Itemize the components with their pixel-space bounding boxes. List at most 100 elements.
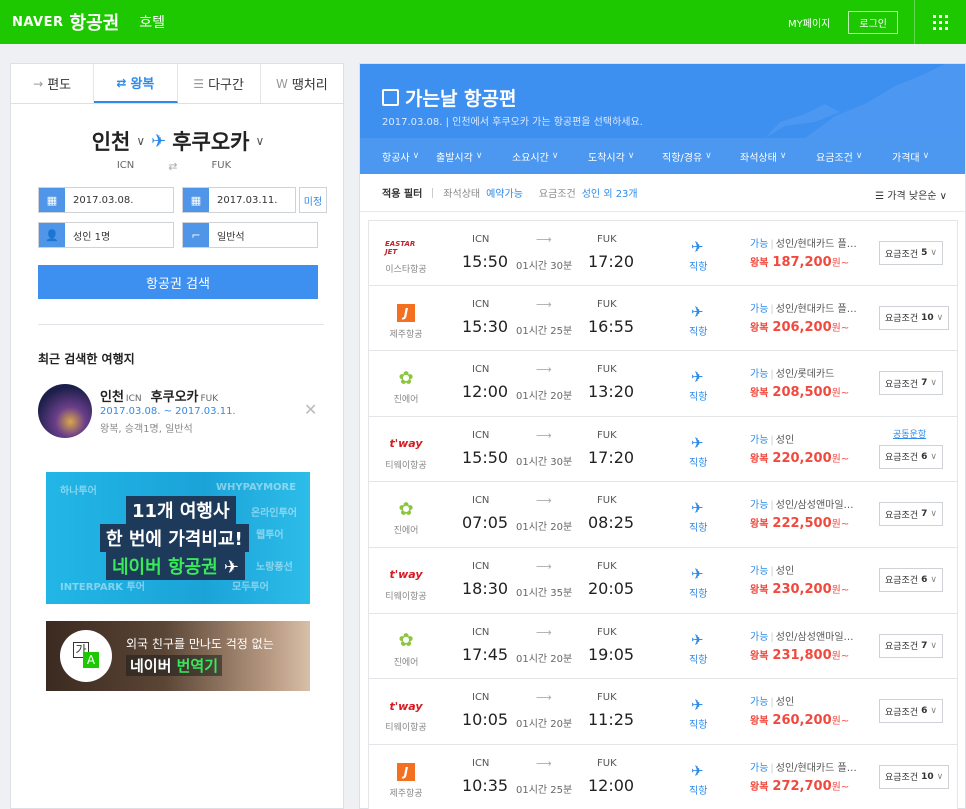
airplane-icon: ✈ [691, 368, 704, 387]
airline-name: 티웨이항공 [385, 460, 427, 471]
arrow-right-icon: ⟶ [536, 297, 552, 311]
sort-dropdown[interactable]: ☰ 가격 낮은순 ∨ [875, 187, 947, 202]
price[interactable]: 왕복 272,700원~ [750, 778, 849, 794]
destination-city[interactable]: 후쿠오카 [172, 126, 249, 156]
stop-type: 직항 [689, 588, 708, 600]
flight-row[interactable]: J 제주항공 ICN 10:35 ⟶ 01시간 25분 FUK 12:00 ✈ 직항 가능 | 성인/현… [368, 744, 958, 809]
recent-searches-title: 최근 검색한 여행지 [38, 352, 135, 366]
seat-icon: ⌐ [183, 223, 209, 247]
chevron-down-icon: ∨ [930, 378, 937, 389]
translate-icon: 가 A [60, 630, 112, 682]
origin-city[interactable]: 인천 [92, 126, 131, 156]
filter-fare-condition[interactable]: 요금조건 ∨ [816, 149, 892, 164]
tab-round-trip[interactable]: ⇄ 왕복 [94, 64, 178, 103]
flight-search-button[interactable]: 항공권 검색 [38, 265, 318, 299]
flight-row[interactable]: EASTAR JET 이스타항공 ICN 15:50 ⟶ 01시간 30분 FUK 17:20… [368, 220, 958, 286]
chevron-down-icon: ∨ [705, 151, 712, 161]
tab-multi-city[interactable]: ☰ 다구간 [178, 64, 261, 103]
stop-type: 직항 [689, 262, 708, 273]
fare-condition-button[interactable]: 요금조건 6 ∨ [879, 444, 943, 469]
depart-airport-code: ICN [472, 692, 490, 704]
price[interactable]: 왕복 222,500원~ [750, 515, 849, 531]
recent-search-item[interactable]: 인천 ICN 후쿠오카 FUK 2017.03.08. ~ 2017.03.11. … [38, 384, 324, 438]
arrive-airport-code: FUK [597, 429, 617, 441]
arrow-right-icon: ⟶ [536, 494, 552, 508]
filter-duration[interactable]: 소요시간 ∨ [512, 149, 588, 164]
origin-code: ICN [116, 160, 135, 171]
flight-row[interactable]: t'way 티웨이항공 ICN 15:50 ⟶ 01시간 30분 FUK 17:20 ✈ 직항 가능… [368, 416, 958, 483]
filter-price-range[interactable]: 가격대 ∨ [892, 149, 952, 164]
applied-filters: 적용 필터 좌석상태 예약가능 요금조건 성인 외 23개 ☰ 가격 낮은순 ∨ [360, 174, 965, 212]
fare-condition-button[interactable]: 요금조건 5 ∨ [879, 241, 943, 265]
price-compare-banner[interactable]: 하나투어 WHYPAYMORE 온라인투어 웹투어 노랑풍선 INTERPARK… [46, 472, 310, 604]
filter-seat-status[interactable]: 좌석상태 ∨ [740, 149, 816, 164]
fare-condition-button[interactable]: 요금조건 7 ∨ [879, 633, 943, 658]
filter-airline[interactable]: 항공사 ∨ [370, 149, 436, 164]
apps-grid-icon[interactable] [914, 0, 966, 44]
fare-condition-button[interactable]: 요금조건 6 ∨ [879, 699, 943, 724]
chevron-down-icon: ∨ [936, 771, 944, 782]
airline-logo: EASTAR JET [385, 240, 416, 256]
translator-banner[interactable]: 가 A 외국 친구를 만나도 걱정 없는 네이버 번역기 [46, 621, 310, 691]
fare-condition-button[interactable]: 요금조건 7 ∨ [879, 502, 943, 527]
price[interactable]: 왕복 260,200원~ [750, 712, 849, 728]
chevron-down-icon: ∨ [922, 151, 930, 161]
seat-availability: 가능 | 성인 [750, 434, 795, 446]
flight-row[interactable]: ✿ 진에어 ICN 12:00 ⟶ 01시간 20분 FUK 13:20 ✈ 직항 가능 | 성인/롯데… [368, 351, 958, 417]
fare-condition-button[interactable]: 요금조건 10 ∨ [879, 764, 950, 789]
flight-row[interactable]: t'way 티웨이항공 ICN 10:05 ⟶ 01시간 20분 FUK 11:25 ✈ 직항 가능… [368, 679, 958, 745]
flight-row[interactable]: t'way 티웨이항공 ICN 18:30 ⟶ 01시간 35분 FUK 20:05 ✈ 직항 가능… [368, 547, 958, 614]
service-title[interactable]: 항공권 [70, 9, 120, 35]
filter-bar: 항공사 ∨ 출발시각 ∨ 소요시간 ∨ 도착시각 ∨ 직항/경유 ∨ 좌석상태 ∨ 요금조건… [360, 138, 965, 174]
airline-name: 이스타항공 [385, 265, 427, 275]
price[interactable]: 왕복 231,800원~ [750, 647, 849, 663]
naver-logo[interactable]: NAVER [12, 15, 64, 30]
chevron-down-icon[interactable]: ∨ [136, 134, 145, 148]
nav-hotel-link[interactable]: 호텔 [139, 12, 165, 32]
return-date-field[interactable]: ▦ 2017.03.11. [182, 187, 296, 213]
chevron-down-icon: ∨ [930, 706, 937, 717]
flight-row[interactable]: ✿ 진에어 ICN 17:45 ⟶ 01시간 20분 FUK 19:05 ✈ 직항 가능 | 성인/삼성… [368, 613, 958, 680]
undecided-button[interactable]: 미정 [299, 187, 327, 213]
chevron-down-icon: ∨ [627, 151, 635, 161]
fare-condition-button[interactable]: 요금조건 10 ∨ [879, 305, 950, 330]
price[interactable]: 왕복 220,200원~ [750, 450, 849, 466]
stop-type: 직항 [689, 392, 708, 404]
codeshare-link[interactable]: 공동운항 [893, 427, 926, 440]
tab-last-minute[interactable]: W 땡처리 [261, 64, 343, 103]
login-button[interactable]: 로그인 [848, 10, 898, 34]
price[interactable]: 왕복 187,200원~ [750, 254, 849, 270]
airline-logo: t'way [389, 437, 423, 451]
depart-date-field[interactable]: ▦ 2017.03.08. [38, 187, 174, 213]
filter-direct[interactable]: 직항/경유 ∨ [662, 149, 740, 164]
flight-row[interactable]: ✿ 진에어 ICN 07:05 ⟶ 01시간 20분 FUK 08:25 ✈ 직항 가능 | 성인/삼성… [368, 482, 958, 548]
price[interactable]: 왕복 206,200원~ [750, 319, 849, 335]
airline-name: 제주항공 [389, 788, 423, 799]
depart-time: 18:30 [462, 578, 509, 598]
tab-one-way[interactable]: → 편도 [11, 64, 95, 103]
applied-filter-value[interactable]: 성인 외 23개 [582, 185, 638, 200]
chevron-down-icon[interactable]: ∨ [256, 134, 265, 148]
airplane-icon: ✈ [691, 433, 704, 452]
price[interactable]: 왕복 208,500원~ [750, 384, 849, 400]
seat-class-field[interactable]: ⌐ 일반석 [182, 222, 318, 248]
list-icon: ☰ [875, 191, 885, 202]
filter-depart-time[interactable]: 출발시각 ∨ [436, 149, 512, 164]
arrive-time: 19:05 [588, 644, 635, 664]
passenger-field[interactable]: 👤 성인 1명 [38, 222, 174, 248]
mypage-link[interactable]: MY페이지 [788, 15, 830, 30]
arrive-time: 17:20 [588, 252, 635, 271]
fare-condition-button[interactable]: 요금조건 6 ∨ [879, 567, 943, 592]
flight-duration: 01시간 20분 [516, 653, 573, 665]
depart-time: 15:30 [462, 316, 509, 336]
filter-arrive-time[interactable]: 도착시각 ∨ [588, 149, 662, 164]
fare-condition-button[interactable]: 요금조건 7 ∨ [879, 371, 943, 396]
flight-row[interactable]: J 제주항공 ICN 15:30 ⟶ 01시간 25분 FUK 16:55 ✈ 직항 가능 | 성인/현… [368, 285, 958, 352]
close-icon[interactable]: ✕ [304, 400, 317, 419]
seat-availability: 가능 | 성인/현대카드 플… [750, 303, 857, 315]
japan-map-decoration [765, 64, 965, 138]
applied-filter-value[interactable]: 예약가능 [486, 185, 523, 200]
airline-name: 진에어 [393, 526, 419, 537]
swap-icon[interactable]: ⇄ [168, 160, 177, 173]
price[interactable]: 왕복 230,200원~ [750, 581, 849, 597]
